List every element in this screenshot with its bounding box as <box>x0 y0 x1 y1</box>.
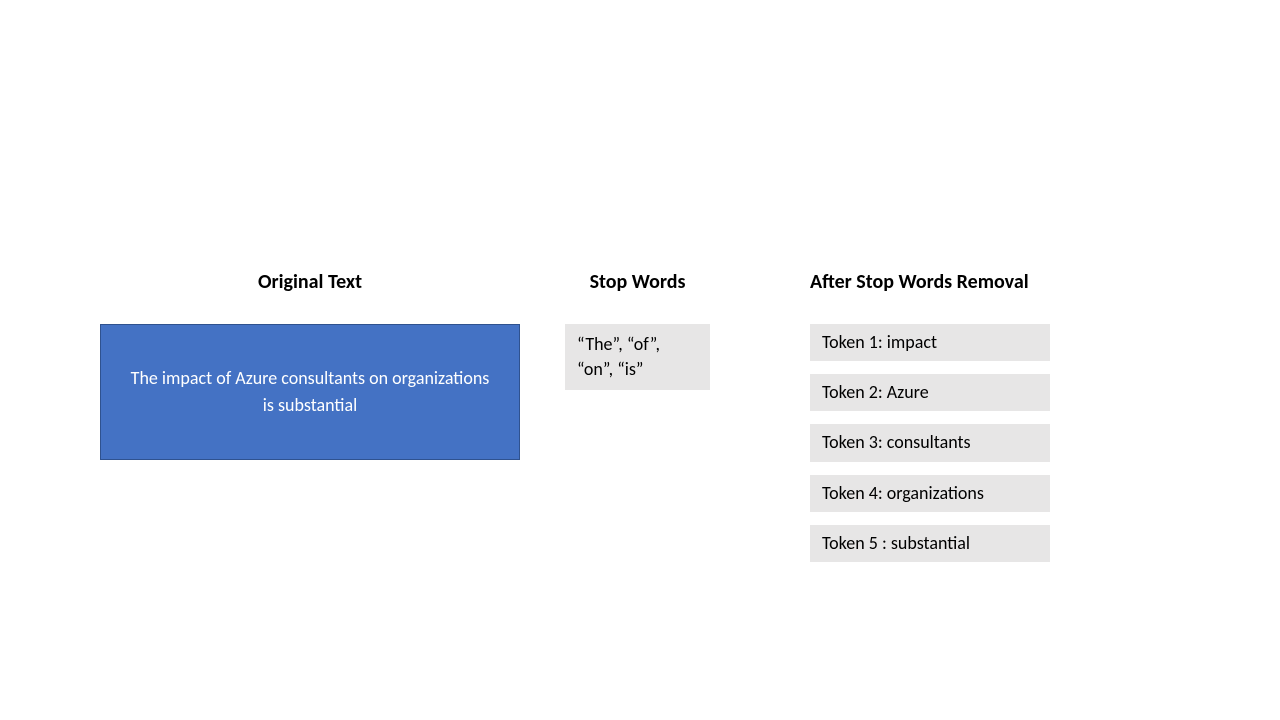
original-text-heading: Original Text <box>100 270 520 294</box>
token-box-5: Token 5 : substantial <box>810 525 1050 562</box>
original-text-column: Original Text The impact of Azure consul… <box>100 270 520 460</box>
token-box-4: Token 4: organizations <box>810 475 1050 512</box>
token-box-3: Token 3: consultants <box>810 424 1050 461</box>
after-removal-heading: After Stop Words Removal <box>810 270 1060 294</box>
original-text-box: The impact of Azure consultants on organ… <box>100 324 520 460</box>
after-removal-column: After Stop Words Removal Token 1: impact… <box>810 270 1060 575</box>
stopwords-column: Stop Words “The”, “of”, “on”, “is” <box>565 270 710 390</box>
token-box-1: Token 1: impact <box>810 324 1050 361</box>
stopwords-heading: Stop Words <box>565 270 710 294</box>
stopwords-box: “The”, “of”, “on”, “is” <box>565 324 710 390</box>
token-box-2: Token 2: Azure <box>810 374 1050 411</box>
